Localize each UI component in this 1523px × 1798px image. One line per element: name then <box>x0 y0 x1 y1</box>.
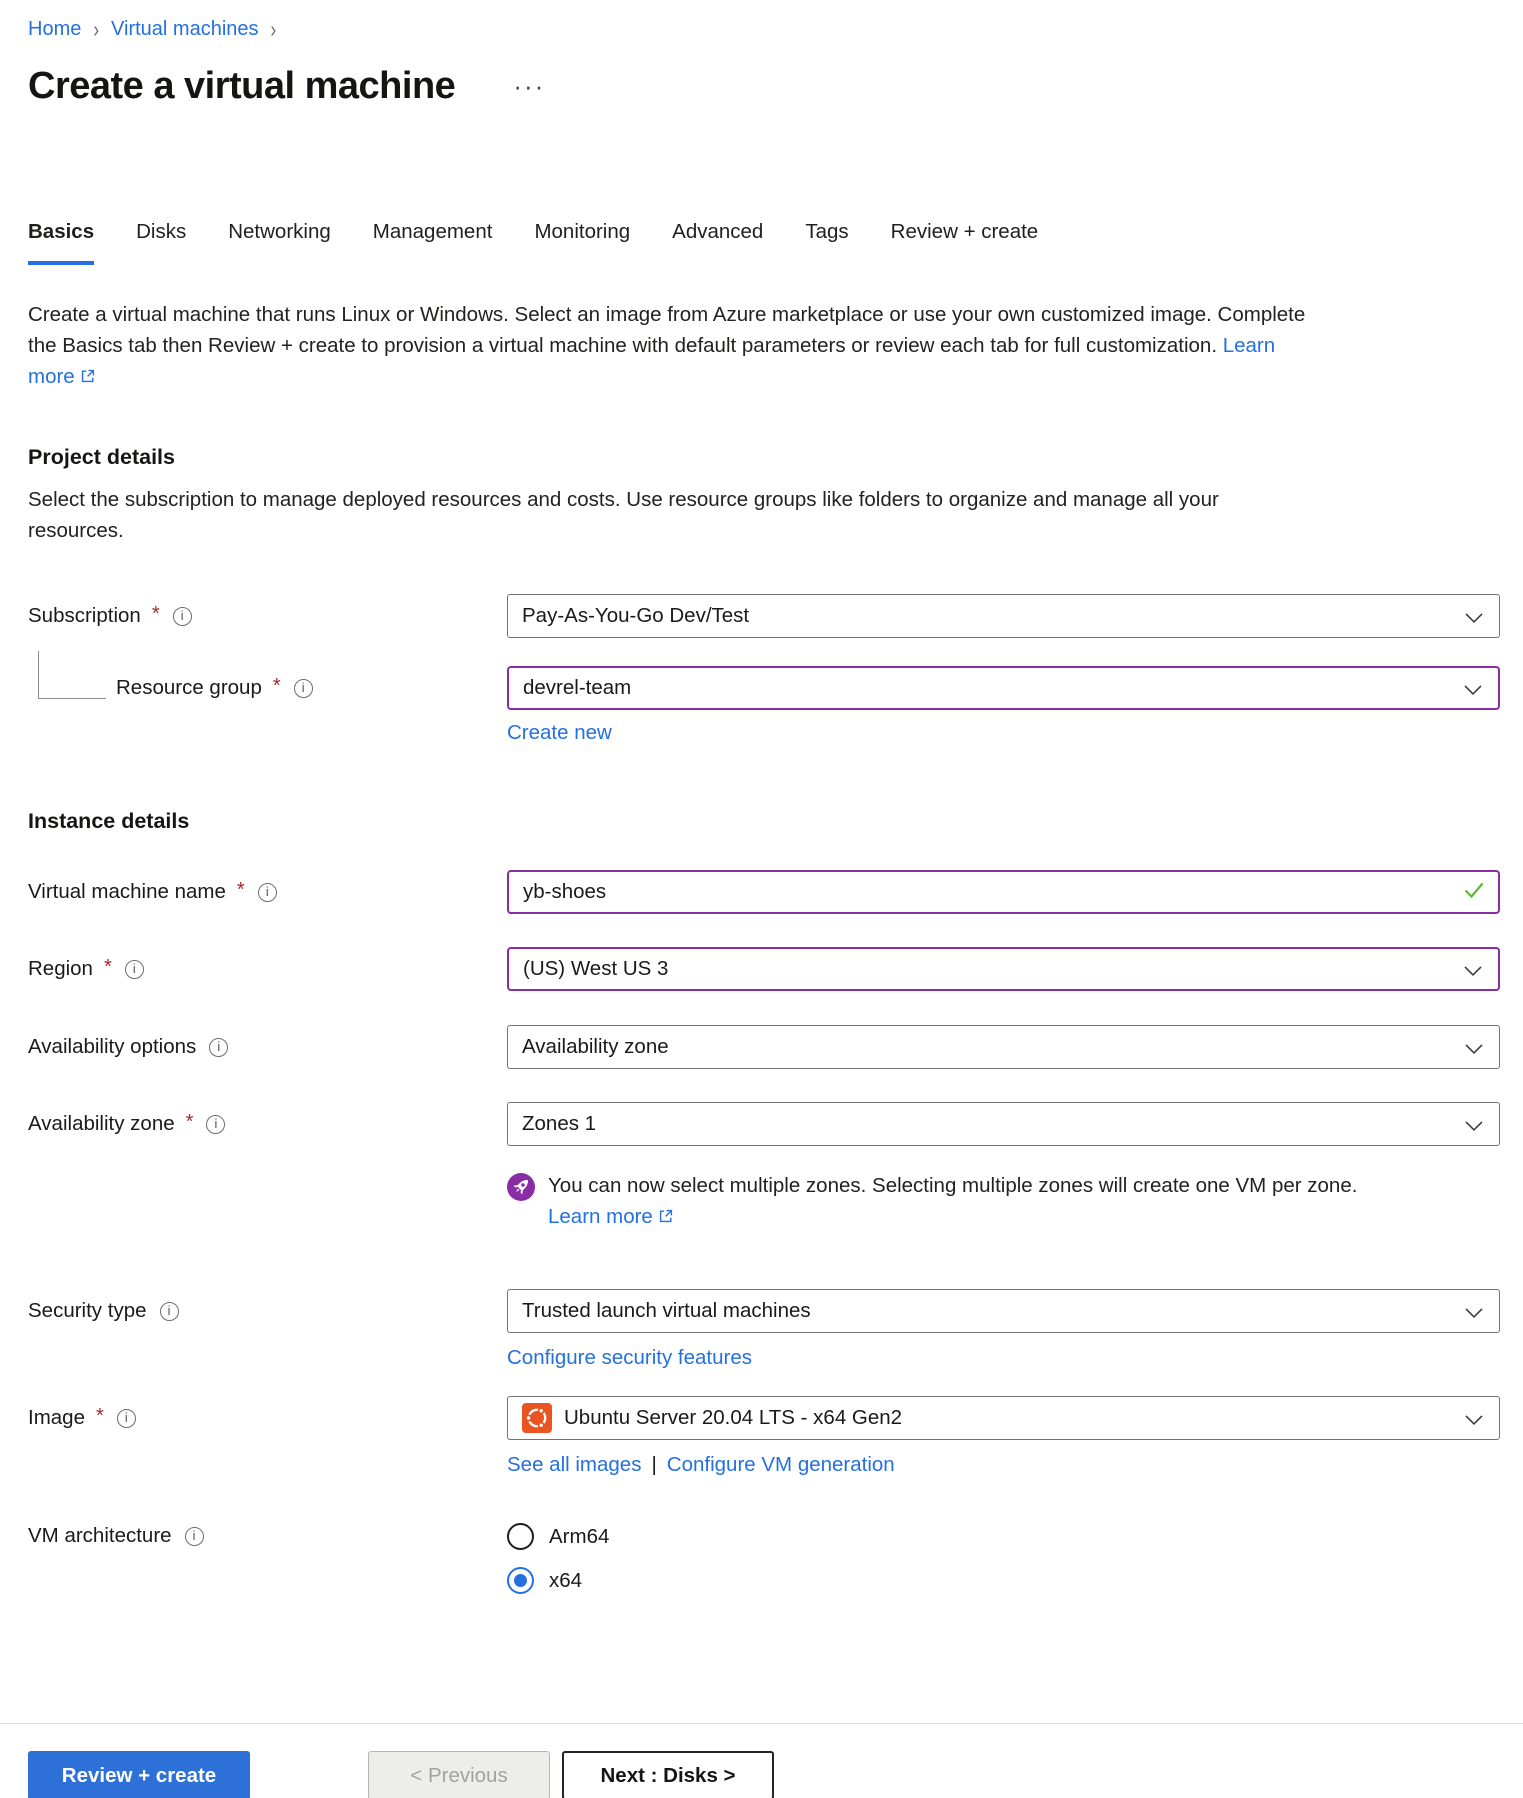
vm-architecture-radio-group: Arm64 x64 <box>507 1521 1500 1594</box>
external-link-icon <box>80 362 96 393</box>
zone-learn-more-label: Learn more <box>548 1205 653 1228</box>
tab-advanced[interactable]: Advanced <box>672 220 763 265</box>
availability-options-info-icon[interactable]: i <box>209 1038 228 1057</box>
required-asterisk: * <box>273 675 281 698</box>
intro-text-body: Create a virtual machine that runs Linux… <box>28 303 1305 357</box>
image-value: Ubuntu Server 20.04 LTS - x64 Gen2 <box>564 1406 902 1430</box>
create-vm-page: Home › Virtual machines › Create a virtu… <box>0 18 1523 1798</box>
valid-check-icon <box>1461 877 1487 908</box>
radio-arm64[interactable]: Arm64 <box>507 1523 1500 1550</box>
required-asterisk: * <box>186 1111 194 1134</box>
subscription-info-icon[interactable]: i <box>173 607 192 626</box>
radio-x64[interactable]: x64 <box>507 1567 1500 1594</box>
radio-checked-icon <box>507 1567 534 1594</box>
breadcrumb-home-link[interactable]: Home <box>28 18 81 41</box>
tab-disks[interactable]: Disks <box>136 220 186 265</box>
resource-group-info-icon[interactable]: i <box>294 679 313 698</box>
radio-unchecked-icon <box>507 1523 534 1550</box>
security-type-value: Trusted launch virtual machines <box>522 1299 811 1323</box>
required-asterisk: * <box>152 603 160 626</box>
required-asterisk: * <box>104 956 112 979</box>
chevron-down-icon <box>1465 1408 1483 1432</box>
project-details-heading: Project details <box>28 445 1500 470</box>
project-details-description: Select the subscription to manage deploy… <box>28 484 1318 546</box>
availability-zone-info-icon[interactable]: i <box>206 1115 225 1134</box>
chevron-down-icon <box>1464 678 1482 702</box>
link-separator: | <box>651 1453 656 1477</box>
subscription-dropdown[interactable]: Pay-As-You-Go Dev/Test <box>507 594 1500 638</box>
region-value: (US) West US 3 <box>523 957 668 981</box>
image-label: Image <box>28 1406 85 1430</box>
availability-options-label: Availability options <box>28 1035 196 1059</box>
resource-group-label: Resource group <box>116 676 262 700</box>
vm-name-label: Virtual machine name <box>28 880 226 904</box>
configure-security-features-link[interactable]: Configure security features <box>507 1346 752 1369</box>
next-disks-button[interactable]: Next : Disks > <box>562 1751 774 1798</box>
multi-zone-info-text: You can now select multiple zones. Selec… <box>548 1174 1357 1197</box>
resource-group-value: devrel-team <box>523 676 631 700</box>
tab-review-create[interactable]: Review + create <box>891 220 1039 265</box>
page-title: Create a virtual machine <box>28 65 455 108</box>
radio-arm64-label: Arm64 <box>549 1525 609 1549</box>
previous-button[interactable]: < Previous <box>368 1751 550 1798</box>
external-link-icon <box>658 1202 674 1233</box>
security-type-label: Security type <box>28 1299 147 1323</box>
image-info-icon[interactable]: i <box>117 1409 136 1428</box>
tab-monitoring[interactable]: Monitoring <box>534 220 630 265</box>
ubuntu-logo-icon <box>522 1403 552 1433</box>
zone-learn-more-link[interactable]: Learn more <box>548 1205 674 1228</box>
rocket-icon <box>507 1173 535 1233</box>
breadcrumb-separator-icon: › <box>269 16 279 43</box>
subscription-label: Subscription <box>28 604 141 628</box>
vm-name-info-icon[interactable]: i <box>258 883 277 902</box>
breadcrumb-virtual-machines-link[interactable]: Virtual machines <box>111 18 258 41</box>
more-options-button[interactable]: ··· <box>513 71 545 108</box>
wizard-footer: Review + create < Previous Next : Disks … <box>0 1723 1523 1798</box>
hierarchy-connector <box>38 651 106 699</box>
tab-basics[interactable]: Basics <box>28 220 94 265</box>
configure-vm-generation-link[interactable]: Configure VM generation <box>667 1453 895 1477</box>
tab-networking[interactable]: Networking <box>228 220 331 265</box>
tab-tags[interactable]: Tags <box>805 220 848 265</box>
chevron-down-icon <box>1465 606 1483 630</box>
required-asterisk: * <box>96 1405 104 1428</box>
region-info-icon[interactable]: i <box>125 960 144 979</box>
chevron-down-icon <box>1464 959 1482 983</box>
see-all-images-link[interactable]: See all images <box>507 1453 641 1477</box>
vm-name-input[interactable] <box>507 870 1500 914</box>
review-create-button[interactable]: Review + create <box>28 1751 250 1798</box>
breadcrumb: Home › Virtual machines › <box>28 18 1500 41</box>
image-dropdown[interactable]: Ubuntu Server 20.04 LTS - x64 Gen2 <box>507 1396 1500 1440</box>
chevron-down-icon <box>1465 1114 1483 1138</box>
availability-options-dropdown[interactable]: Availability zone <box>507 1025 1500 1069</box>
radio-x64-label: x64 <box>549 1569 582 1593</box>
security-type-dropdown[interactable]: Trusted launch virtual machines <box>507 1289 1500 1333</box>
vm-architecture-label: VM architecture <box>28 1524 172 1548</box>
subscription-value: Pay-As-You-Go Dev/Test <box>522 604 749 628</box>
availability-zone-value: Zones 1 <box>522 1112 596 1136</box>
multi-zone-info-message: You can now select multiple zones. Selec… <box>507 1170 1367 1233</box>
wizard-tabs: Basics Disks Networking Management Monit… <box>28 220 1500 265</box>
tab-management[interactable]: Management <box>373 220 493 265</box>
region-label: Region <box>28 957 93 981</box>
security-type-info-icon[interactable]: i <box>160 1302 179 1321</box>
instance-details-heading: Instance details <box>28 809 1500 834</box>
region-dropdown[interactable]: (US) West US 3 <box>507 947 1500 991</box>
availability-options-value: Availability zone <box>522 1035 669 1059</box>
resource-group-dropdown[interactable]: devrel-team <box>507 666 1500 710</box>
availability-zone-label: Availability zone <box>28 1112 175 1136</box>
chevron-down-icon <box>1465 1301 1483 1325</box>
intro-text: Create a virtual machine that runs Linux… <box>28 299 1308 393</box>
vm-architecture-info-icon[interactable]: i <box>185 1527 204 1546</box>
chevron-down-icon <box>1465 1037 1483 1061</box>
breadcrumb-separator-icon: › <box>91 16 101 43</box>
required-asterisk: * <box>237 879 245 902</box>
create-new-resource-group-link[interactable]: Create new <box>507 721 612 744</box>
availability-zone-dropdown[interactable]: Zones 1 <box>507 1102 1500 1146</box>
